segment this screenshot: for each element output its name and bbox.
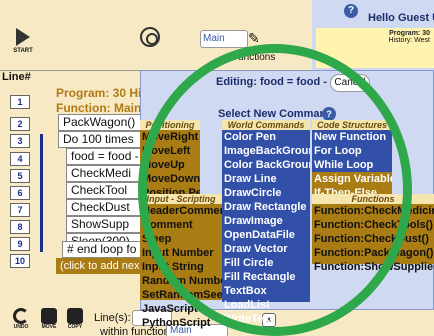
line-number[interactable]: 8 [10, 220, 30, 234]
undo-label: UNDO [13, 324, 29, 330]
copy-label: COPY [67, 324, 83, 330]
line-number[interactable]: 7 [10, 203, 30, 217]
undo-icon [13, 308, 29, 324]
copy-icon [67, 308, 83, 324]
copy-button[interactable]: COPY [64, 308, 86, 330]
code-line[interactable]: # end loop fo [62, 241, 152, 258]
move-button[interactable]: MOVE [38, 308, 60, 330]
target-icon[interactable] [140, 27, 160, 47]
move-icon [41, 308, 57, 324]
line-number[interactable]: 9 [10, 237, 30, 251]
code-line[interactable]: Do 100 times [58, 131, 148, 148]
line-number[interactable]: 4 [10, 152, 30, 166]
add-line-button[interactable]: (click to add nex [56, 258, 152, 274]
history-info-line: History: West [388, 37, 431, 44]
move-label: MOVE [41, 324, 57, 330]
loop-bracket [40, 134, 44, 252]
line-number[interactable]: 1 [10, 95, 30, 109]
program-header: Program: 30 Hi Function: Main [56, 86, 141, 116]
line-number[interactable]: 6 [10, 186, 30, 200]
function-select[interactable]: Main [200, 30, 248, 48]
code-line[interactable]: PackWagon() [58, 114, 148, 131]
line-number[interactable]: 5 [10, 169, 30, 183]
line-number[interactable]: 3 [10, 134, 30, 148]
program-info-line: Program: 30 [389, 30, 430, 37]
lines-label: Line(s): [94, 312, 131, 324]
edit-icon[interactable]: ✎ [248, 30, 264, 46]
line-number[interactable]: 2 [10, 117, 30, 131]
highlight-ring [138, 44, 412, 336]
start-label: START [13, 48, 33, 54]
line-number[interactable]: 10 [10, 254, 30, 268]
start-button[interactable]: START [8, 28, 38, 62]
help-icon[interactable]: ? [344, 4, 358, 18]
program-label: Program: 30 Hi [56, 86, 142, 100]
play-icon [16, 28, 30, 46]
greeting-text: Hello Guest Us [368, 12, 434, 24]
undo-button[interactable]: UNDO [10, 308, 32, 330]
